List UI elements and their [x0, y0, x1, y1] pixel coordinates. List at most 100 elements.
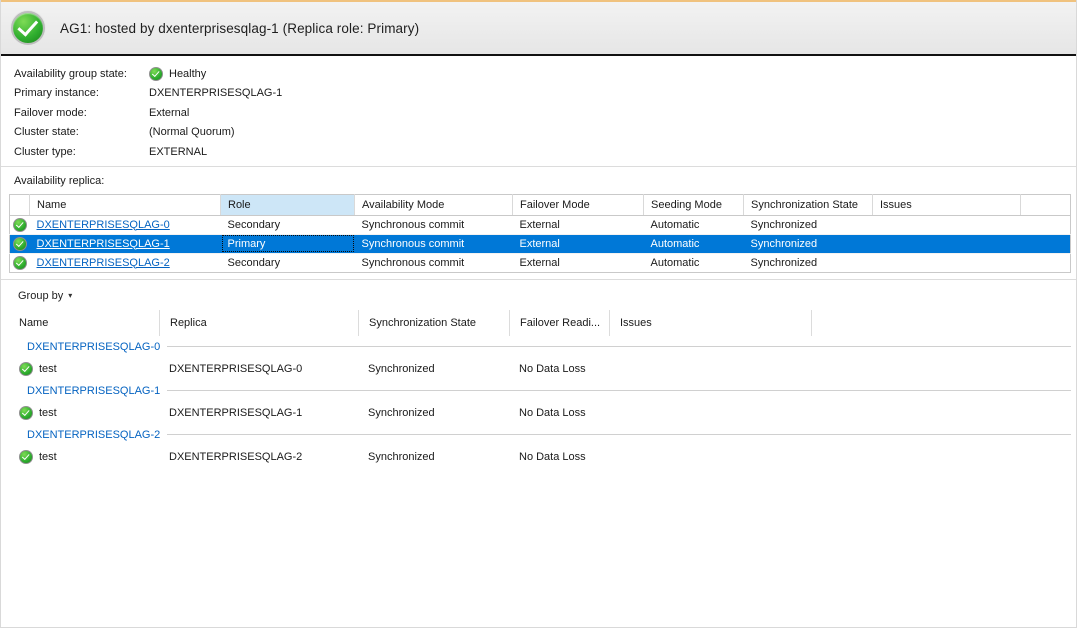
replica-row[interactable]: DXENTERPRISESQLAG-1 Primary Synchronous …	[10, 234, 1071, 253]
summary-row: Failover mode: External	[14, 103, 1076, 123]
summary-label: Primary instance:	[14, 87, 149, 99]
db-column-header-name[interactable]: Name	[9, 310, 159, 336]
database-name-cell: test	[9, 406, 159, 420]
replica-failover-mode-cell: External	[513, 215, 644, 234]
database-replica-cell: DXENTERPRISESQLAG-0	[159, 363, 358, 375]
group-header-rule	[167, 434, 1071, 435]
replica-status-cell	[10, 234, 30, 253]
replica-sync-state-cell: Synchronized	[744, 215, 873, 234]
dashboard-header: AG1: hosted by dxenterprisesqlag-1 (Repl…	[1, 0, 1076, 56]
replica-row[interactable]: DXENTERPRISESQLAG-2 Secondary Synchronou…	[10, 253, 1071, 272]
replica-failover-mode-cell: External	[513, 253, 644, 272]
database-status-icon	[19, 450, 33, 464]
replica-section-label: Availability replica:	[1, 167, 1076, 194]
replica-issues-cell	[873, 234, 1021, 253]
replica-availability-mode-cell: Synchronous commit	[355, 215, 513, 234]
replica-name-cell: DXENTERPRISESQLAG-2	[30, 253, 221, 272]
summary-row: Cluster type: EXTERNAL	[14, 142, 1076, 162]
group-header-label: DXENTERPRISESQLAG-2	[27, 429, 160, 441]
db-column-header-filler	[811, 310, 1071, 336]
db-column-header-replica[interactable]: Replica	[159, 310, 358, 336]
replica-row[interactable]: DXENTERPRISESQLAG-0 Secondary Synchronou…	[10, 215, 1071, 234]
replica-status-cell	[10, 215, 30, 234]
replica-seeding-mode-cell: Automatic	[644, 215, 744, 234]
databases-groups: DXENTERPRISESQLAG-0 test DXENTERPRISESQL…	[9, 336, 1071, 468]
group-header-label: DXENTERPRISESQLAG-0	[27, 341, 160, 353]
summary-value: External	[149, 107, 189, 119]
column-header-synchronization-state[interactable]: Synchronization State	[744, 194, 873, 215]
summary-row: Primary instance: DXENTERPRISESQLAG-1	[14, 84, 1076, 104]
replica-status-icon	[13, 256, 27, 270]
replica-name-cell: DXENTERPRISESQLAG-1	[30, 234, 221, 253]
databases-toolbar: Group by ▾	[1, 280, 1076, 310]
replica-status-cell	[10, 253, 30, 272]
summary-value: EXTERNAL	[149, 146, 207, 158]
column-header-name[interactable]: Name	[30, 194, 221, 215]
database-name: test	[39, 363, 57, 375]
replica-name-link[interactable]: DXENTERPRISESQLAG-0	[37, 219, 170, 231]
replica-status-icon	[13, 237, 27, 251]
db-column-header-failover-readi[interactable]: Failover Readi...	[509, 310, 609, 336]
database-row[interactable]: test DXENTERPRISESQLAG-0 Synchronized No…	[9, 358, 1071, 380]
replica-filler-cell	[1021, 253, 1071, 272]
summary-label: Cluster type:	[14, 146, 149, 158]
ag-dashboard-window: AG1: hosted by dxenterprisesqlag-1 (Repl…	[0, 0, 1077, 628]
replica-table-header-row: NameRoleAvailability ModeFailover ModeSe…	[10, 194, 1071, 215]
summary-label: Failover mode:	[14, 107, 149, 119]
replica-sync-state-cell: Synchronized	[744, 253, 873, 272]
summary-label: Availability group state:	[14, 68, 149, 80]
replica-failover-mode-cell: External	[513, 234, 644, 253]
replica-issues-cell	[873, 215, 1021, 234]
database-group-header[interactable]: DXENTERPRISESQLAG-2	[9, 424, 1071, 446]
group-by-button[interactable]: Group by ▾	[14, 287, 76, 305]
database-row[interactable]: test DXENTERPRISESQLAG-1 Synchronized No…	[9, 402, 1071, 424]
replica-role-cell: Primary	[221, 234, 355, 253]
db-column-header-synchronization-state[interactable]: Synchronization State	[358, 310, 509, 336]
page-title: AG1: hosted by dxenterprisesqlag-1 (Repl…	[60, 21, 419, 36]
replica-availability-mode-cell: Synchronous commit	[355, 253, 513, 272]
database-group-header[interactable]: DXENTERPRISESQLAG-0	[9, 336, 1071, 358]
replica-name-link[interactable]: DXENTERPRISESQLAG-1	[37, 238, 170, 250]
summary-label: Cluster state:	[14, 126, 149, 138]
database-status-icon	[19, 406, 33, 420]
db-column-header-issues[interactable]: Issues	[609, 310, 811, 336]
chevron-down-icon: ▾	[68, 292, 72, 300]
column-header-role[interactable]: Role	[221, 194, 355, 215]
replica-filler-cell	[1021, 215, 1071, 234]
column-header-issues[interactable]: Issues	[873, 194, 1021, 215]
database-sync-state-cell: Synchronized	[358, 363, 509, 375]
summary-row: Cluster state: (Normal Quorum)	[14, 123, 1076, 143]
column-header-status-icon[interactable]	[10, 194, 30, 215]
database-name-cell: test	[9, 450, 159, 464]
database-row[interactable]: test DXENTERPRISESQLAG-2 Synchronized No…	[9, 446, 1071, 468]
replica-seeding-mode-cell: Automatic	[644, 234, 744, 253]
column-header-failover-mode[interactable]: Failover Mode	[513, 194, 644, 215]
databases-table: NameReplicaSynchronization StateFailover…	[9, 310, 1071, 468]
column-header-seeding-mode[interactable]: Seeding Mode	[644, 194, 744, 215]
database-sync-state-cell: Synchronized	[358, 451, 509, 463]
database-name: test	[39, 451, 57, 463]
database-replica-cell: DXENTERPRISESQLAG-2	[159, 451, 358, 463]
summary-value: Healthy	[169, 68, 206, 80]
availability-replica-table: NameRoleAvailability ModeFailover ModeSe…	[9, 194, 1071, 273]
ag-healthy-icon	[11, 11, 45, 45]
database-group-header[interactable]: DXENTERPRISESQLAG-1	[9, 380, 1071, 402]
database-failover-readiness-cell: No Data Loss	[509, 451, 609, 463]
summary-value: DXENTERPRISESQLAG-1	[149, 87, 282, 99]
replica-filler-cell	[1021, 234, 1071, 253]
group-by-label: Group by	[18, 290, 63, 302]
replica-availability-mode-cell: Synchronous commit	[355, 234, 513, 253]
column-header-filler	[1021, 194, 1071, 215]
column-header-availability-mode[interactable]: Availability Mode	[355, 194, 513, 215]
replica-role-cell: Secondary	[221, 215, 355, 234]
databases-table-header-row: NameReplicaSynchronization StateFailover…	[9, 310, 1071, 336]
group-header-rule	[167, 346, 1071, 347]
database-name-cell: test	[9, 362, 159, 376]
replica-sync-state-cell: Synchronized	[744, 234, 873, 253]
replica-name-link[interactable]: DXENTERPRISESQLAG-2	[37, 257, 170, 269]
replica-name-cell: DXENTERPRISESQLAG-0	[30, 215, 221, 234]
summary-value: (Normal Quorum)	[149, 126, 235, 138]
replica-status-icon	[13, 218, 27, 232]
database-replica-cell: DXENTERPRISESQLAG-1	[159, 407, 358, 419]
database-sync-state-cell: Synchronized	[358, 407, 509, 419]
